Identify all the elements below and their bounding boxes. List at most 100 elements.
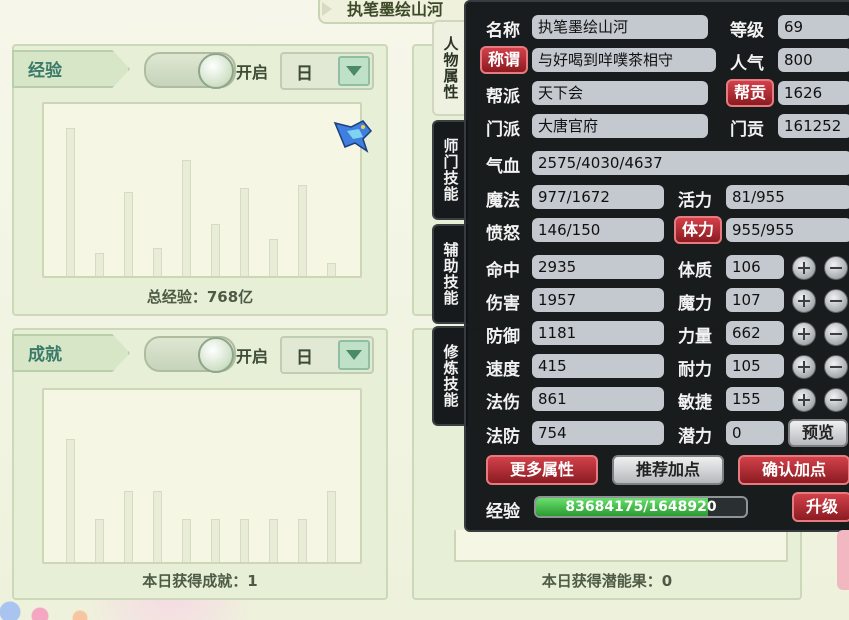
achievement-toggle[interactable] (144, 336, 236, 373)
arrow-icon (322, 2, 332, 16)
chart-bar (269, 519, 278, 562)
constitution-minus-icon[interactable] (824, 256, 848, 280)
endurance-value: 105 (726, 354, 784, 378)
tab-cultivation-skills[interactable]: 修炼技能 (432, 326, 468, 426)
experience-total: 总经验：768亿 (146, 288, 254, 306)
potential-label: 潜力 (678, 427, 712, 447)
chart-bar (95, 519, 104, 562)
gang-contribution-value: 1626 (778, 81, 849, 105)
constitution-plus-icon[interactable] (792, 256, 816, 280)
defense-label: 防御 (486, 327, 520, 347)
toggle-knob (198, 337, 234, 373)
agility-label: 敏捷 (678, 393, 712, 413)
hp-value: 2575/4030/4637 (532, 151, 849, 175)
potential-chart (454, 530, 788, 562)
chart-bar (211, 519, 220, 562)
level-label: 等级 (730, 21, 764, 41)
popularity-value: 800 (778, 48, 849, 72)
flower-decoration (0, 594, 140, 620)
exp-value: 83684175/1648920 (565, 499, 717, 515)
damage-label: 伤害 (486, 294, 520, 314)
chart-bar (240, 188, 249, 276)
chart-bar (269, 239, 278, 276)
vitality-value: 81/955 (726, 185, 849, 209)
stamina-button[interactable]: 体力 (674, 216, 722, 244)
endurance-plus-icon[interactable] (792, 355, 816, 379)
chart-bar (327, 491, 336, 562)
magic-power-plus-icon[interactable] (792, 289, 816, 313)
endurance-minus-icon[interactable] (824, 355, 848, 379)
potential-total: 本日获得潜能果：0 (541, 572, 673, 590)
chart-bar (124, 192, 133, 276)
chart-bar (95, 253, 104, 276)
chart-bar (182, 160, 191, 276)
agility-minus-icon[interactable] (824, 388, 848, 412)
experience-toggle[interactable] (144, 52, 236, 89)
achievement-chart (42, 388, 362, 564)
experience-chart (42, 102, 362, 278)
experience-toggle-label: 开启 (236, 63, 269, 82)
experience-period-select[interactable]: 日 (280, 52, 374, 90)
defense-value: 1181 (532, 321, 664, 345)
toggle-knob (198, 53, 234, 89)
title-value: 与好喝到咩噗茶相守 (532, 48, 716, 72)
edge-decoration (837, 530, 849, 590)
tab-character-attributes[interactable]: 人物属性 (432, 20, 468, 116)
attributes-panel: 名称 执笔墨绘山河 等级 69 称谓 与好喝到咩噗茶相守 人气 800 帮派 天… (464, 0, 849, 532)
select-value: 日 (296, 348, 313, 368)
tab-school-skills[interactable]: 师门技能 (432, 120, 468, 220)
bird-icon (333, 120, 373, 153)
name-value: 执笔墨绘山河 (532, 15, 708, 39)
achievement-period-select[interactable]: 日 (280, 336, 374, 374)
top-title-text: 执笔墨绘山河 (346, 0, 443, 19)
more-attributes-button[interactable]: 更多属性 (486, 455, 598, 485)
gang-label: 帮派 (486, 87, 520, 107)
select-value: 日 (296, 64, 313, 84)
upgrade-button[interactable]: 升级 (792, 492, 849, 522)
chart-bar (298, 185, 307, 276)
magic-power-value: 107 (726, 288, 784, 312)
school-value: 大唐官府 (532, 114, 708, 138)
hp-label: 气血 (486, 157, 520, 177)
experience-bars (44, 104, 360, 276)
hit-label: 命中 (486, 261, 520, 281)
constitution-label: 体质 (678, 261, 712, 281)
school-label: 门派 (486, 120, 520, 140)
title-button[interactable]: 称谓 (480, 46, 528, 74)
endurance-label: 耐力 (678, 360, 712, 380)
level-value: 69 (778, 15, 849, 39)
achievement-toggle-label: 开启 (236, 347, 269, 366)
name-label: 名称 (486, 21, 520, 41)
strength-plus-icon[interactable] (792, 322, 816, 346)
stamina-value: 955/955 (726, 218, 849, 242)
agility-plus-icon[interactable] (792, 388, 816, 412)
magic-damage-value: 861 (532, 387, 664, 411)
strength-minus-icon[interactable] (824, 322, 848, 346)
magic-power-minus-icon[interactable] (824, 289, 848, 313)
anger-label: 愤怒 (486, 224, 520, 244)
experience-panel: 经验 开启 日 总经验：768亿 (12, 44, 388, 316)
experience-header: 经验 (12, 50, 130, 88)
magic-defense-value: 754 (532, 421, 664, 445)
chevron-down-icon[interactable] (338, 340, 370, 370)
chart-bar (66, 439, 75, 562)
achievement-panel: 成就 开启 日 本日获得成就：1 (12, 328, 388, 600)
mp-label: 魔法 (486, 191, 520, 211)
vitality-label: 活力 (678, 191, 712, 211)
achievement-bars (44, 390, 360, 562)
preview-button[interactable]: 预览 (788, 419, 848, 447)
tab-assist-skills[interactable]: 辅助技能 (432, 224, 468, 324)
confirm-points-button[interactable]: 确认加点 (738, 455, 849, 485)
school-contribution-label: 门贡 (730, 120, 764, 140)
recommend-points-button[interactable]: 推荐加点 (612, 455, 724, 485)
chart-bar (211, 224, 220, 276)
exp-label: 经验 (486, 502, 520, 522)
achievement-header: 成就 (12, 334, 130, 372)
achievement-total: 本日获得成就：1 (142, 572, 258, 590)
chevron-down-icon[interactable] (338, 56, 370, 86)
gang-contribution-button[interactable]: 帮贡 (726, 79, 774, 107)
school-contribution-value: 161252 (778, 114, 849, 138)
mp-value: 977/1672 (532, 185, 664, 209)
strength-value: 662 (726, 321, 784, 345)
chart-bar (182, 519, 191, 562)
